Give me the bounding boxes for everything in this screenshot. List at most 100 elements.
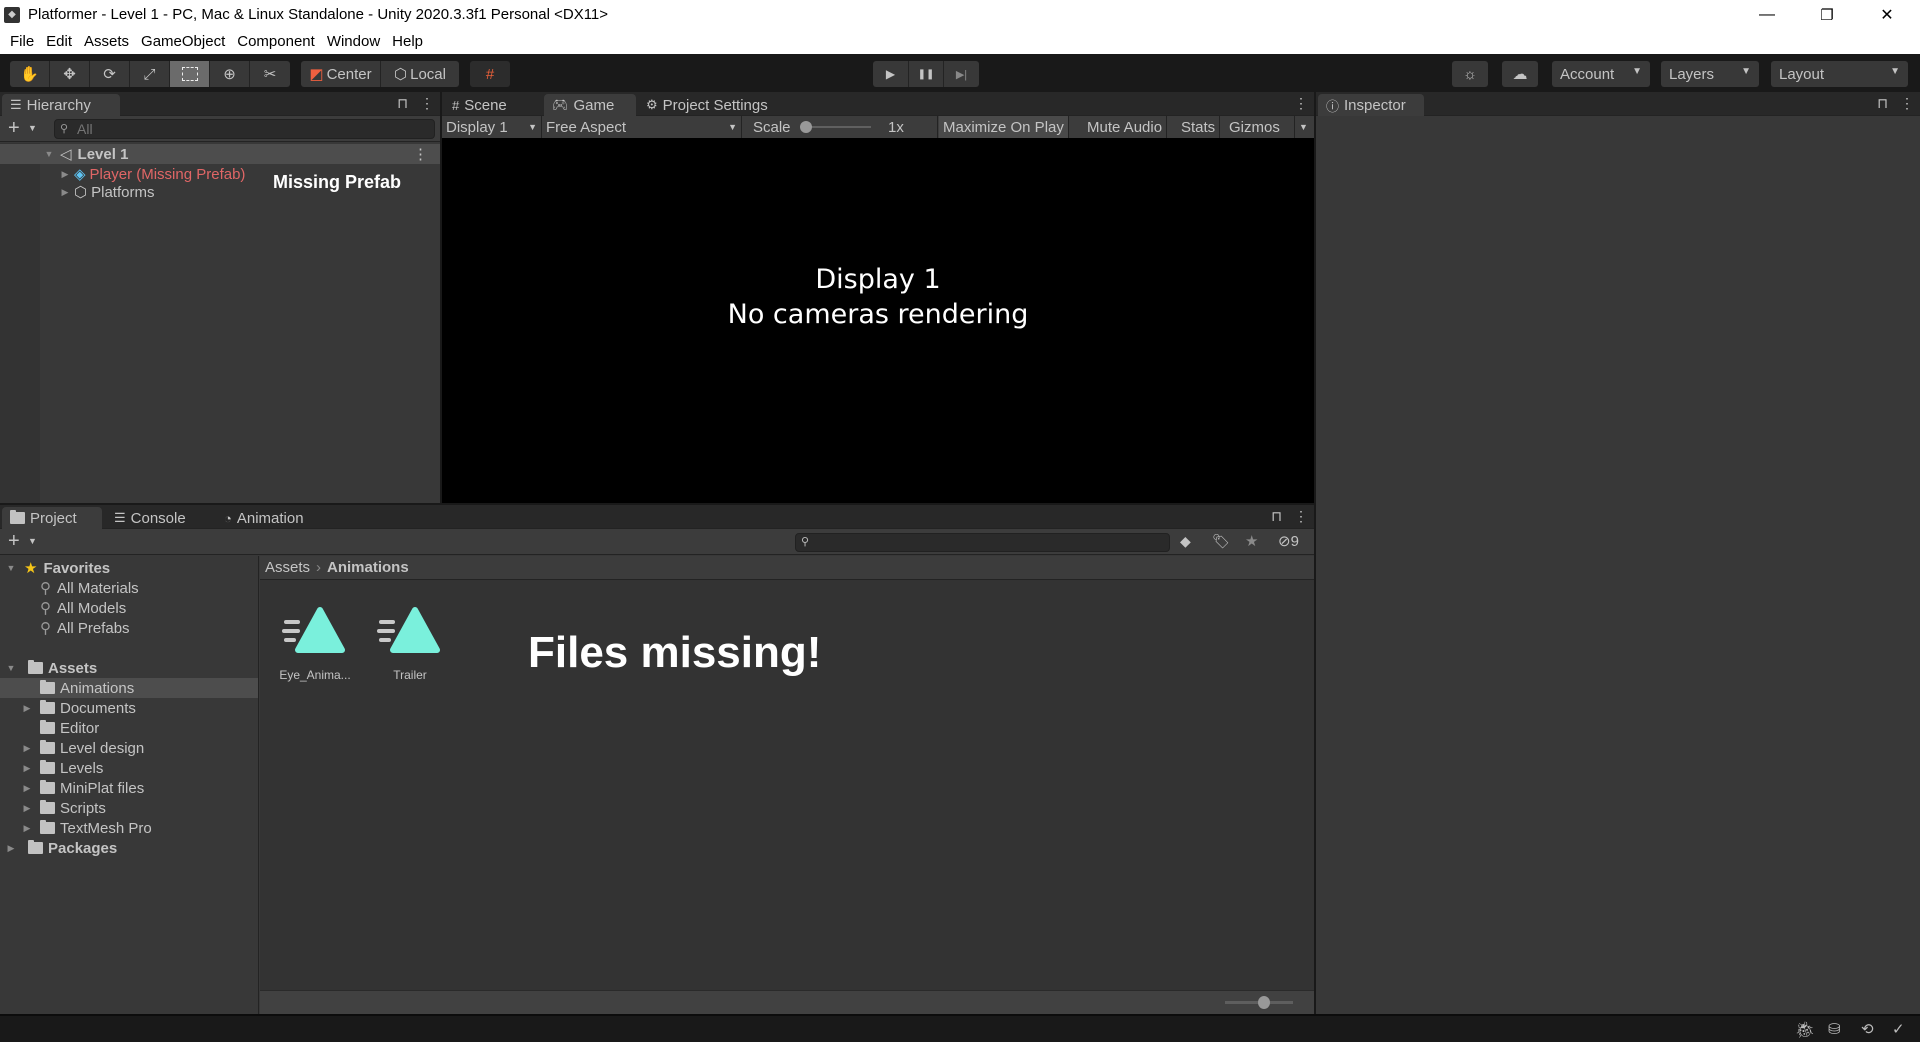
assets-root-row[interactable]: ▼ Assets bbox=[0, 658, 258, 678]
expand-arrow-icon[interactable]: ▼ bbox=[42, 149, 56, 159]
step-button[interactable]: ▶| bbox=[944, 61, 979, 87]
expand-arrow-icon[interactable]: ▶ bbox=[20, 823, 34, 834]
hierarchy-search-input[interactable] bbox=[54, 119, 435, 139]
tab-project-settings[interactable]: ⚙ Project Settings bbox=[638, 94, 776, 116]
gizmos-toggle[interactable]: Gizmos bbox=[1225, 116, 1295, 138]
more-menu-icon[interactable]: ⋮ bbox=[413, 145, 428, 163]
expand-arrow-icon[interactable]: ▶ bbox=[58, 169, 72, 180]
folder-item[interactable]: ▶ Level design bbox=[0, 738, 258, 758]
project-search-input[interactable] bbox=[795, 533, 1170, 552]
favorite-item[interactable]: ⚲ All Models bbox=[0, 598, 258, 618]
tab-scene[interactable]: # Scene bbox=[444, 94, 515, 116]
expand-arrow-icon[interactable]: ▶ bbox=[4, 843, 18, 854]
rotate-tool-button[interactable]: ⟳ bbox=[90, 61, 130, 87]
auto-refresh-icon[interactable]: ⟲ bbox=[1861, 1020, 1874, 1038]
more-menu-icon[interactable]: ⋮ bbox=[1900, 95, 1914, 112]
chevron-down-icon[interactable]: ▼ bbox=[28, 123, 37, 133]
tab-project[interactable]: Project bbox=[2, 507, 102, 529]
mute-audio-toggle[interactable]: Mute Audio bbox=[1083, 116, 1168, 138]
lock-icon[interactable]: ⊓ bbox=[1271, 508, 1282, 525]
asset-file[interactable]: Eye_Anima... bbox=[270, 606, 360, 682]
folder-item[interactable]: ▶ Documents bbox=[0, 698, 258, 718]
debug-bug-icon[interactable]: 🐞︎ bbox=[1795, 1020, 1815, 1040]
favorite-item[interactable]: ⚲ All Prefabs bbox=[0, 618, 258, 638]
progress-check-icon[interactable]: ✓ bbox=[1892, 1020, 1905, 1038]
pivot-center-button[interactable]: ◩ Center bbox=[301, 61, 381, 87]
account-dropdown[interactable]: Account ▼ bbox=[1552, 61, 1650, 87]
play-button[interactable]: ▶ bbox=[873, 61, 909, 87]
services-button[interactable]: ☼ bbox=[1452, 61, 1488, 87]
tab-animation[interactable]: ◔ Animation bbox=[216, 507, 312, 529]
aspect-dropdown[interactable]: Free Aspect ▼ bbox=[542, 116, 742, 138]
asset-file[interactable]: Trailer bbox=[365, 606, 455, 682]
menu-assets[interactable]: Assets bbox=[78, 33, 135, 50]
layout-dropdown[interactable]: Layout ▼ bbox=[1771, 61, 1908, 87]
breadcrumb-current[interactable]: Animations bbox=[327, 559, 409, 576]
tab-console[interactable]: ☰ Console bbox=[106, 507, 194, 529]
more-menu-icon[interactable]: ⋮ bbox=[1294, 508, 1308, 525]
transform-tool-button[interactable]: ⊕ bbox=[210, 61, 250, 87]
folder-item[interactable]: ▶ Levels bbox=[0, 758, 258, 778]
lock-icon[interactable]: ⊓ bbox=[397, 95, 408, 112]
expand-arrow-icon[interactable]: ▶ bbox=[20, 763, 34, 774]
hidden-packages-toggle[interactable]: ⊘9 bbox=[1278, 532, 1299, 550]
chevron-down-icon[interactable]: ▼ bbox=[28, 536, 37, 546]
scene-row[interactable]: ▼ ◁ Level 1 ⋮ bbox=[0, 144, 440, 164]
star-icon: ★ bbox=[24, 560, 38, 577]
layers-dropdown[interactable]: Layers ▼ bbox=[1661, 61, 1759, 87]
display-dropdown[interactable]: Display 1 ▼ bbox=[442, 116, 542, 138]
scale-slider-handle[interactable] bbox=[800, 121, 812, 133]
menu-edit[interactable]: Edit bbox=[40, 33, 78, 50]
snap-toggle[interactable]: # bbox=[470, 61, 510, 87]
create-add-icon[interactable]: + bbox=[8, 117, 20, 140]
collab-button[interactable]: ☁ bbox=[1502, 61, 1538, 87]
menu-component[interactable]: Component bbox=[231, 33, 321, 50]
expand-arrow-icon[interactable]: ▶ bbox=[20, 743, 34, 754]
scale-tool-button[interactable]: ⤢ bbox=[130, 61, 170, 87]
thumbnail-size-slider-handle[interactable] bbox=[1258, 996, 1270, 1009]
favorites-row[interactable]: ▼ ★ Favorites bbox=[0, 558, 258, 578]
restore-button[interactable]: ❐ bbox=[1798, 0, 1856, 29]
expand-arrow-icon[interactable]: ▶ bbox=[58, 187, 72, 198]
rect-tool-button[interactable] bbox=[170, 61, 210, 87]
folder-item[interactable]: Animations bbox=[0, 678, 258, 698]
expand-arrow-icon[interactable]: ▶ bbox=[20, 703, 34, 714]
menu-help[interactable]: Help bbox=[386, 33, 429, 50]
expand-arrow-icon[interactable]: ▶ bbox=[20, 803, 34, 814]
folder-item[interactable]: ▶ Scripts bbox=[0, 798, 258, 818]
menu-file[interactable]: File bbox=[4, 33, 40, 50]
minimize-button[interactable]: — bbox=[1738, 0, 1796, 29]
expand-arrow-icon[interactable]: ▼ bbox=[4, 663, 18, 673]
tab-inspector[interactable]: ⓘ Inspector bbox=[1318, 94, 1424, 116]
more-menu-icon[interactable]: ⋮ bbox=[1294, 95, 1308, 112]
folder-item[interactable]: Editor bbox=[0, 718, 258, 738]
hand-tool-button[interactable]: ✋ bbox=[10, 61, 50, 87]
tab-hierarchy[interactable]: ☰ Hierarchy bbox=[2, 94, 120, 116]
pivot-local-button[interactable]: ⬡ Local bbox=[381, 61, 459, 87]
folder-item[interactable]: ▶ MiniPlat files bbox=[0, 778, 258, 798]
favorite-item[interactable]: ⚲ All Materials bbox=[0, 578, 258, 598]
pause-button[interactable]: ❚❚ bbox=[909, 61, 944, 87]
gizmos-dropdown[interactable]: ▼ bbox=[1295, 116, 1314, 138]
expand-arrow-icon[interactable]: ▶ bbox=[20, 783, 34, 794]
filter-by-type-icon[interactable]: ◆ bbox=[1180, 533, 1191, 550]
scale-slider-track[interactable] bbox=[803, 126, 871, 128]
move-tool-button[interactable]: ✥ bbox=[50, 61, 90, 87]
lock-icon[interactable]: ⊓ bbox=[1877, 95, 1888, 112]
stats-toggle[interactable]: Stats bbox=[1177, 116, 1221, 138]
packages-root-row[interactable]: ▶ Packages bbox=[0, 838, 258, 858]
cache-server-icon[interactable]: ⛁ bbox=[1828, 1020, 1841, 1038]
menu-window[interactable]: Window bbox=[321, 33, 386, 50]
more-menu-icon[interactable]: ⋮ bbox=[420, 95, 434, 112]
breadcrumb-root[interactable]: Assets bbox=[265, 559, 310, 576]
folder-item[interactable]: ▶ TextMesh Pro bbox=[0, 818, 258, 838]
filter-by-label-icon[interactable]: 🏷︎ bbox=[1212, 533, 1230, 550]
create-add-icon[interactable]: + bbox=[8, 530, 20, 553]
menu-gameobject[interactable]: GameObject bbox=[135, 33, 231, 50]
expand-arrow-icon[interactable]: ▼ bbox=[4, 563, 18, 573]
tab-game[interactable]: 🎮︎ Game bbox=[544, 94, 636, 116]
close-button[interactable]: ✕ bbox=[1858, 0, 1916, 29]
maximize-on-play-toggle[interactable]: Maximize On Play bbox=[939, 116, 1069, 138]
custom-tool-button[interactable]: ✂ bbox=[250, 61, 290, 87]
favorite-star-icon[interactable]: ★ bbox=[1245, 532, 1258, 550]
